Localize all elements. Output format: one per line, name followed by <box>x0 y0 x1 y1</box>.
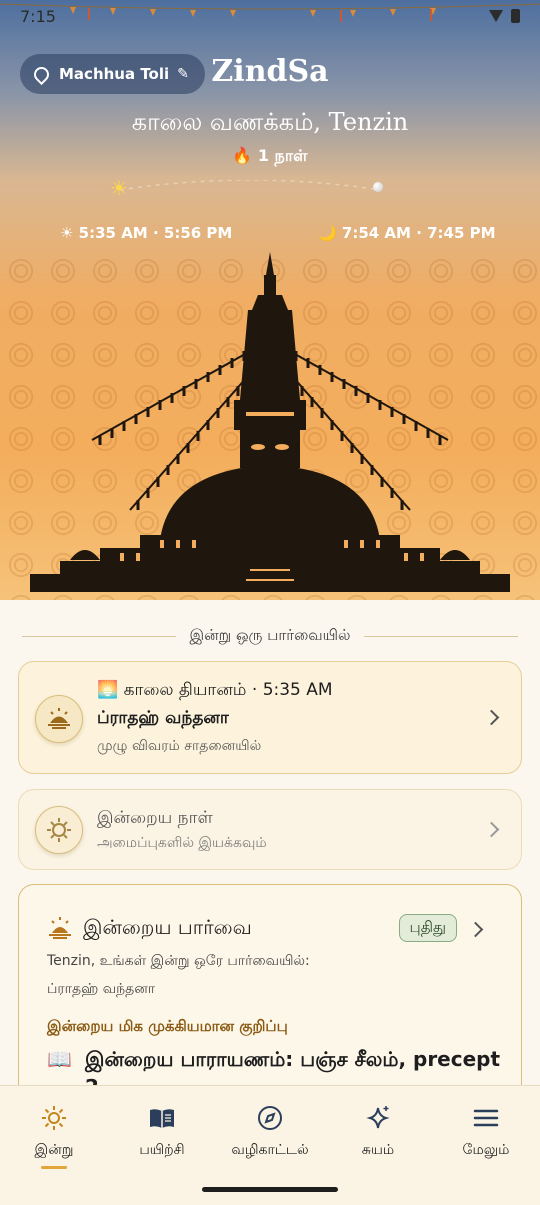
settings-sun-icon <box>35 806 83 854</box>
important-note-heading: இன்றைய மிக முக்கியமான குறிப்பு <box>47 1017 288 1035</box>
todays-overview-card[interactable]: இன்றைய பார்வை புதிது Tenzin, உங்கள் இன்ற… <box>18 884 522 1114</box>
sun-position-icon: ☀ <box>110 176 128 200</box>
nav-label: இன்று <box>34 1142 74 1158</box>
location-name: Machhua Toli <box>59 65 170 83</box>
nav-item-practice[interactable]: பயிற்சி <box>108 1086 216 1176</box>
book-icon: 📖 <box>47 1047 72 1071</box>
nav-label: வழிகாட்டல் <box>231 1142 309 1158</box>
streak-counter: 🔥 1 நாள் <box>232 146 308 165</box>
moon-position-icon <box>373 182 383 192</box>
sunrise-icon <box>35 695 83 743</box>
sparkle-icon <box>366 1106 390 1129</box>
nav-item-more[interactable]: மேலும் <box>432 1086 540 1176</box>
sunrise-icon <box>47 917 73 943</box>
stupa-illustration <box>30 252 510 592</box>
location-chip[interactable]: Machhua Toli ✎ <box>20 54 205 94</box>
today-day-card[interactable]: இன்றைய நாள் அமைப்புகளில் இயக்கவும் <box>18 789 522 870</box>
card-title: இன்றைய நாள் <box>97 808 213 828</box>
morning-meditation-card[interactable]: 🌅 காலை தியானம் · 5:35 AM ப்ராதஹ் வந்தனா … <box>18 661 522 774</box>
status-bar: 7:15 <box>0 0 540 32</box>
location-pin-icon <box>30 63 53 85</box>
gesture-area <box>0 1175 540 1205</box>
section-divider: இன்று ஒரு பார்வையில் <box>22 626 519 646</box>
chevron-right-icon <box>483 821 500 838</box>
greeting-text: காலை வணக்கம், Tenzin <box>131 108 409 136</box>
card-title: இன்றைய பார்வை <box>83 915 252 939</box>
overview-line: ப்ராதஹ் வந்தனா <box>47 981 156 997</box>
nav-label: பயிற்சி <box>139 1142 185 1158</box>
new-badge: புதிது <box>398 914 457 942</box>
wifi-icon <box>489 10 503 22</box>
overview-line: Tenzin, உங்கள் இன்று ஒரே பார்வையில்: <box>47 953 310 969</box>
card-subtitle: ப்ராதஹ் வந்தனா <box>97 708 229 728</box>
edit-pencil-icon: ✎ <box>177 66 189 82</box>
battery-icon <box>511 9 520 23</box>
chevron-right-icon <box>483 709 500 726</box>
moon-times: 🌙 7:54 AM · 7:45 PM <box>318 224 496 242</box>
menu-icon <box>473 1109 499 1127</box>
nav-item-today[interactable]: இன்று <box>0 1086 108 1176</box>
chevron-right-icon <box>467 921 484 938</box>
compass-icon <box>258 1106 282 1130</box>
sun-icon <box>42 1106 66 1130</box>
status-time: 7:15 <box>20 6 56 26</box>
card-title: 🌅 காலை தியானம் · 5:35 AM <box>97 680 333 700</box>
nav-item-self[interactable]: சுயம் <box>324 1086 432 1176</box>
nav-label: சுயம் <box>361 1142 395 1158</box>
home-gesture-bar[interactable] <box>202 1187 338 1192</box>
card-note: முழு விவரம் சாதனையில் <box>97 738 262 754</box>
nav-item-guidance[interactable]: வழிகாட்டல் <box>216 1086 324 1176</box>
active-indicator <box>41 1166 67 1169</box>
book-icon <box>150 1109 174 1128</box>
nav-label: மேலும் <box>462 1142 510 1158</box>
section-title: இன்று ஒரு பார்வையில் <box>189 626 351 644</box>
sun-times: ☀ 5:35 AM · 5:56 PM <box>60 224 233 242</box>
bottom-navigation: இன்று பயிற்சி வழிகாட்டல் சுயம் மேலும் <box>0 1085 540 1176</box>
card-note: அமைப்புகளில் இயக்கவும் <box>97 835 267 851</box>
